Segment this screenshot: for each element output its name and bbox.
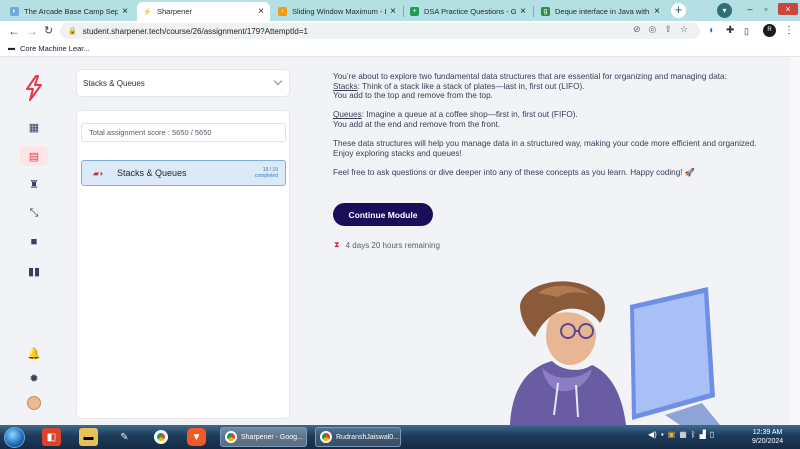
sharpener-favicon-icon: ⚡ — [143, 8, 152, 16]
module-label: Stacks & Queues — [117, 168, 187, 178]
gfg-favicon-icon: g — [541, 7, 550, 16]
video-icon[interactable]: ■ — [20, 232, 48, 252]
trophy-icon[interactable]: ♜ — [20, 174, 48, 194]
windows-taskbar: ◧ ▬ ✎ ▼ Sharpener - Goog... RudranshJais… — [0, 425, 800, 449]
network-icon[interactable]: ▟ — [700, 430, 706, 439]
profile-avatar[interactable]: R — [763, 24, 776, 37]
url-text: student.sharpener.tech/course/26/assignm… — [82, 26, 308, 36]
lens-icon[interactable]: ◎ — [649, 24, 657, 35]
close-icon[interactable]: × — [258, 6, 264, 17]
continue-module-button[interactable]: Continue Module — [333, 203, 433, 226]
dropdown-selected: Stacks & Queues — [83, 78, 145, 88]
intro-text: You’re about to explore two fundamental … — [333, 72, 727, 81]
close-icon[interactable]: × — [390, 6, 396, 17]
student-illustration — [510, 281, 720, 425]
bookmark-star-icon[interactable]: ☆ — [680, 24, 688, 35]
close-icon[interactable]: × — [122, 6, 128, 17]
time-remaining: ⧗ 4 days 20 hours remaining — [334, 240, 440, 250]
back-icon[interactable]: ← — [8, 23, 20, 39]
battery-icon[interactable]: ▯ — [710, 430, 714, 439]
extensions-puzzle-icon[interactable]: ✚ — [726, 24, 734, 38]
bug-icon[interactable]: ✹ — [20, 368, 48, 388]
site-info-icon[interactable]: 🔒 — [68, 27, 77, 35]
tab-sliding-window[interactable]: ‹ Sliding Window Maximum - Le × — [272, 2, 402, 21]
address-bar[interactable]: 🔒 student.sharpener.tech/course/26/assig… — [60, 23, 700, 39]
module-list: Total assignment score : 5650 / 5650 ▰◗ … — [76, 110, 290, 419]
tab-arcade[interactable]: ◐ The Arcade Base Camp Septe × — [4, 2, 134, 21]
chart-icon[interactable]: ▮▮ — [20, 261, 48, 281]
module-icon: ▰◗ — [93, 168, 104, 178]
tab-dsa-questions[interactable]: + DSA Practice Questions - Goo × — [404, 2, 532, 21]
eye-off-icon[interactable]: ⊘ — [633, 24, 641, 35]
sheets-favicon-icon: + — [410, 7, 419, 16]
close-icon[interactable]: × — [654, 6, 660, 17]
menu-kebab-icon[interactable]: ⋮ — [784, 24, 794, 38]
volume-icon[interactable]: ◀) — [648, 430, 657, 439]
file-explorer-icon[interactable]: ▬ — [79, 428, 98, 446]
window-close-icon[interactable]: × — [778, 3, 798, 15]
page-scrollbar[interactable] — [791, 57, 800, 425]
office-icon[interactable]: ◧ — [42, 428, 61, 446]
taskbar-task-sharpener[interactable]: Sharpener - Goog... — [220, 427, 307, 447]
start-button[interactable] — [4, 427, 25, 448]
bluetooth-icon[interactable]: ᛒ — [691, 430, 696, 439]
bookmarks-bar: ▬ Core Machine Lear... — [0, 41, 800, 57]
brave-icon[interactable]: ▼ — [187, 428, 206, 446]
chrome-icon[interactable] — [151, 428, 170, 446]
tray-app-icon[interactable]: ▪ — [661, 430, 664, 439]
reload-icon[interactable]: ↻ — [44, 23, 53, 39]
share-icon[interactable]: ⇪ — [664, 24, 672, 35]
tab-search-icon[interactable]: ▾ — [717, 3, 732, 18]
sidebar-rail: ▦ ▤ ♜ ⤡ ■ ▮▮ 🔔 ✹ — [14, 57, 54, 425]
summary-text: These data structures will help you mana… — [333, 139, 757, 158]
taskbar-task-github[interactable]: RudranshJaiswal0... — [315, 427, 401, 447]
taskbar-clock[interactable]: 12:39 AM 9/20/2024 — [752, 428, 783, 446]
chevron-down-icon — [273, 76, 283, 86]
browser-toolbar: ← → ↻ 🔒 student.sharpener.tech/course/26… — [0, 21, 800, 41]
bookmark-folder-icon: ▬ — [8, 45, 15, 52]
course-panel: Stacks & Queues Total assignment score :… — [76, 69, 290, 419]
new-tab-icon[interactable]: + — [671, 3, 686, 18]
sharpener-logo-icon[interactable] — [24, 75, 44, 101]
assignment-icon[interactable]: ▤ — [20, 146, 48, 166]
course-dropdown[interactable]: Stacks & Queues — [76, 69, 290, 97]
module-item-stacks-queues[interactable]: ▰◗ Stacks & Queues 19 / 19 completed — [81, 160, 286, 186]
tab-deque[interactable]: g Deque interface in Java with E × — [535, 2, 666, 21]
forward-icon[interactable]: → — [26, 23, 38, 39]
leetcode-favicon-icon: ‹ — [278, 7, 287, 16]
minimize-icon[interactable]: – — [743, 3, 757, 15]
dashboard-icon[interactable]: ▦ — [20, 117, 48, 137]
maximize-icon[interactable]: ▫ — [759, 3, 773, 15]
tray-warning-icon[interactable]: ▣ — [668, 430, 676, 439]
paint-icon[interactable]: ✎ — [115, 428, 134, 446]
extension-audio-icon[interactable]: ◖ — [708, 24, 714, 38]
bookmark-core-ml[interactable]: Core Machine Lear... — [20, 44, 90, 53]
chrome-icon — [225, 431, 237, 443]
tray-app2-icon[interactable]: ▦ — [679, 430, 687, 439]
browser-tab-bar: ◐ The Arcade Base Camp Septe × ⚡ Sharpen… — [0, 0, 800, 21]
arcade-favicon-icon: ◐ — [10, 7, 19, 16]
closing-text: Feel free to ask questions or dive deepe… — [333, 167, 696, 177]
queues-term: Queues — [333, 110, 362, 120]
close-icon[interactable]: × — [520, 6, 526, 17]
bell-icon[interactable]: 🔔 — [20, 343, 48, 363]
expand-icon[interactable]: ⤡ — [20, 203, 48, 223]
module-progress: 19 / 19 completed — [254, 167, 278, 179]
module-description: You’re about to explore two fundamental … — [333, 72, 763, 187]
hourglass-icon: ⧗ — [334, 240, 340, 249]
system-tray: ◀) ▪ ▣ ▦ ᛒ ▟ ▯ — [648, 430, 714, 439]
stacks-term: Stacks — [333, 81, 358, 91]
tab-sharpener[interactable]: ⚡ Sharpener × — [137, 2, 270, 21]
chrome-icon — [320, 431, 332, 443]
user-avatar[interactable] — [27, 396, 41, 410]
tab-separator — [533, 6, 534, 17]
sidepanel-icon[interactable]: ▯ — [744, 24, 749, 38]
assignment-score: Total assignment score : 5650 / 5650 — [81, 123, 286, 142]
sharpener-app: ▦ ▤ ♜ ⤡ ■ ▮▮ 🔔 ✹ Stacks & Queues Total a… — [0, 57, 800, 425]
